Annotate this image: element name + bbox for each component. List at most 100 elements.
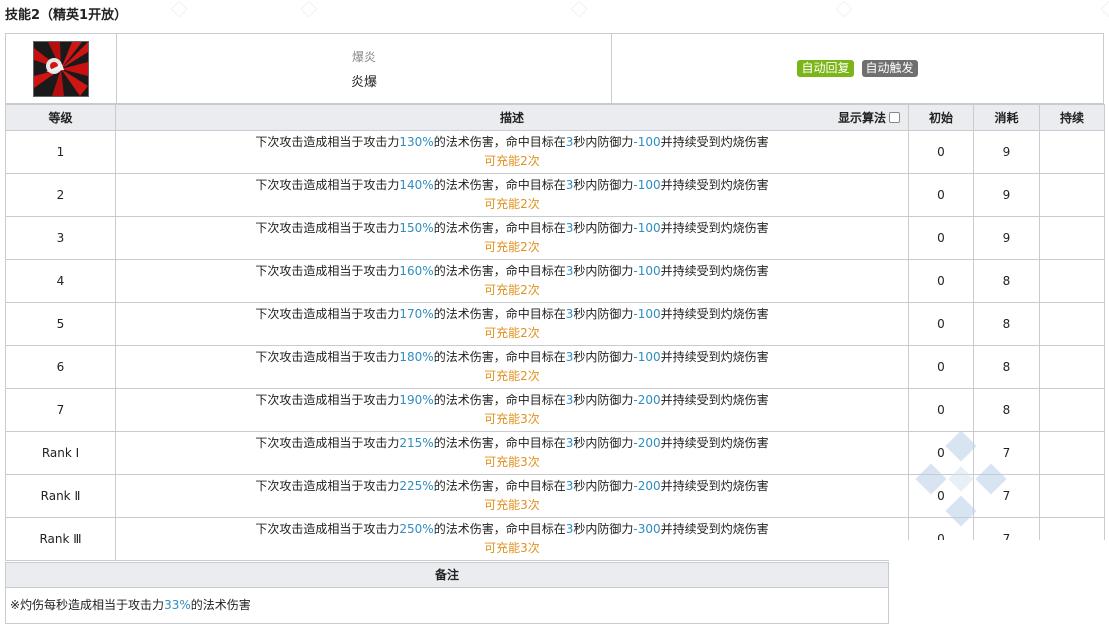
charge-text: 可充能2次: [484, 283, 540, 297]
charge-text: 可充能3次: [484, 541, 540, 555]
description-cell: 下次攻击造成相当于攻击力190%的法术伤害，命中目标在3秒内防御力-200并持续…: [115, 388, 909, 432]
header-description-label: 描述: [499, 111, 524, 125]
initial-cell: 0: [908, 216, 974, 260]
level-cell: 7: [5, 388, 116, 432]
duration-cell: [1039, 388, 1105, 432]
charge-text: 可充能2次: [484, 240, 540, 254]
desc-defense: -100: [633, 307, 661, 321]
description-line: 下次攻击造成相当于攻击力140%的法术伤害，命中目标在3秒内防御力-100并持续…: [116, 176, 908, 195]
initial-cell: 0: [908, 431, 974, 475]
duration-cell: [1039, 474, 1105, 518]
notes-text: ※灼伤每秒造成相当于攻击力33%的法术伤害: [6, 588, 888, 623]
initial-cell: 0: [908, 302, 974, 346]
cost-cell: 8: [973, 388, 1040, 432]
background-pattern: [835, 0, 853, 18]
desc-percent: 190%: [399, 393, 434, 407]
level-cell: 4: [5, 259, 116, 303]
table-row: 3 下次攻击造成相当于攻击力150%的法术伤害，命中目标在3秒内防御力-100并持…: [5, 216, 1105, 260]
notes-text-a: ※灼伤每秒造成相当于攻击力: [10, 598, 165, 612]
tag-auto-trigger: 自动触发: [861, 60, 918, 77]
desc-text: 秒内防御力: [573, 307, 634, 321]
desc-text: 秒内防御力: [573, 264, 634, 278]
desc-text: 秒内防御力: [573, 135, 634, 149]
charge-text: 可充能3次: [484, 455, 540, 469]
background-pattern: [570, 0, 588, 18]
description-cell: 下次攻击造成相当于攻击力150%的法术伤害，命中目标在3秒内防御力-100并持续…: [115, 216, 909, 260]
desc-percent: 170%: [399, 307, 434, 321]
notes-text-b: 的法术伤害: [190, 598, 251, 612]
header-cost: 消耗: [973, 104, 1040, 131]
skill-subname: 爆炎: [351, 49, 376, 64]
initial-cell: 0: [908, 345, 974, 389]
desc-text: 的法术伤害，命中目标在: [433, 479, 566, 493]
header-level: 等级: [5, 104, 116, 131]
level-cell: 5: [5, 302, 116, 346]
description-cell: 下次攻击造成相当于攻击力130%的法术伤害，命中目标在3秒内防御力-100并持续…: [115, 130, 909, 174]
duration-cell: [1039, 302, 1105, 346]
desc-text: 下次攻击造成相当于攻击力: [255, 307, 400, 321]
desc-text: 并持续受到灼烧伤害: [660, 221, 769, 235]
desc-text: 的法术伤害，命中目标在: [433, 264, 566, 278]
desc-text: 的法术伤害，命中目标在: [433, 221, 566, 235]
level-cell: Rank Ⅰ: [5, 431, 116, 475]
desc-defense: -100: [633, 350, 661, 364]
corner-fade: [889, 540, 1109, 624]
burst-icon: [34, 41, 88, 96]
desc-text: 秒内防御力: [573, 436, 634, 450]
duration-cell: [1039, 130, 1105, 174]
description-line: 下次攻击造成相当于攻击力160%的法术伤害，命中目标在3秒内防御力-100并持续…: [116, 262, 908, 281]
desc-text: 下次攻击造成相当于攻击力: [255, 221, 400, 235]
desc-text: 并持续受到灼烧伤害: [660, 350, 769, 364]
charge-text: 可充能2次: [484, 154, 540, 168]
duration-cell: [1039, 173, 1105, 217]
table-row: 7 下次攻击造成相当于攻击力190%的法术伤害，命中目标在3秒内防御力-200并持…: [5, 388, 1105, 432]
desc-text: 并持续受到灼烧伤害: [660, 479, 769, 493]
desc-defense: -100: [633, 178, 661, 192]
desc-text: 下次攻击造成相当于攻击力: [255, 350, 400, 364]
desc-text: 下次攻击造成相当于攻击力: [255, 393, 400, 407]
charge-text: 可充能2次: [484, 197, 540, 211]
desc-text: 秒内防御力: [573, 393, 634, 407]
description-line: 下次攻击造成相当于攻击力130%的法术伤害，命中目标在3秒内防御力-100并持续…: [116, 133, 908, 152]
notes-header: 备注: [6, 563, 888, 588]
duration-cell: [1039, 216, 1105, 260]
cost-cell: 7: [973, 474, 1040, 518]
desc-text: 秒内防御力: [573, 350, 634, 364]
notes-percent: 33%: [164, 598, 191, 612]
table-header-row: 等级 描述 显示算法 初始 消耗 持续: [5, 104, 1105, 131]
skill-name-cell: 爆炎 炎爆: [117, 34, 612, 103]
desc-text: 的法术伤害，命中目标在: [433, 436, 566, 450]
description-cell: 下次攻击造成相当于攻击力140%的法术伤害，命中目标在3秒内防御力-100并持续…: [115, 173, 909, 217]
table-row: 2 下次攻击造成相当于攻击力140%的法术伤害，命中目标在3秒内防御力-100并持…: [5, 173, 1105, 217]
desc-text: 并持续受到灼烧伤害: [660, 264, 769, 278]
desc-text: 秒内防御力: [573, 221, 634, 235]
desc-defense: -300: [633, 522, 661, 536]
description-line: 下次攻击造成相当于攻击力170%的法术伤害，命中目标在3秒内防御力-100并持续…: [116, 305, 908, 324]
formula-checkbox[interactable]: [889, 112, 900, 123]
description-cell: 下次攻击造成相当于攻击力160%的法术伤害，命中目标在3秒内防御力-100并持续…: [115, 259, 909, 303]
desc-percent: 140%: [399, 178, 434, 192]
desc-defense: -100: [633, 264, 661, 278]
description-cell: 下次攻击造成相当于攻击力225%的法术伤害，命中目标在3秒内防御力-200并持续…: [115, 474, 909, 518]
skill-icon-cell: [6, 34, 117, 103]
desc-text: 下次攻击造成相当于攻击力: [255, 264, 400, 278]
initial-cell: 0: [908, 259, 974, 303]
desc-text: 并持续受到灼烧伤害: [660, 135, 769, 149]
description-line: 下次攻击造成相当于攻击力250%的法术伤害，命中目标在3秒内防御力-300并持续…: [116, 520, 908, 539]
desc-percent: 180%: [399, 350, 434, 364]
level-cell: Rank Ⅱ: [5, 474, 116, 518]
initial-cell: 0: [908, 474, 974, 518]
description-cell: 下次攻击造成相当于攻击力250%的法术伤害，命中目标在3秒内防御力-300并持续…: [115, 517, 909, 561]
background-pattern: [1100, 0, 1109, 18]
cost-cell: 9: [973, 173, 1040, 217]
level-cell: 6: [5, 345, 116, 389]
desc-percent: 130%: [399, 135, 434, 149]
desc-percent: 225%: [399, 479, 434, 493]
charge-text: 可充能3次: [484, 498, 540, 512]
description-line: 下次攻击造成相当于攻击力215%的法术伤害，命中目标在3秒内防御力-200并持续…: [116, 434, 908, 453]
duration-cell: [1039, 431, 1105, 475]
formula-toggle[interactable]: 显示算法: [838, 109, 900, 126]
desc-text: 下次攻击造成相当于攻击力: [255, 436, 400, 450]
desc-text: 的法术伤害，命中目标在: [433, 307, 566, 321]
desc-text: 的法术伤害，命中目标在: [433, 393, 566, 407]
